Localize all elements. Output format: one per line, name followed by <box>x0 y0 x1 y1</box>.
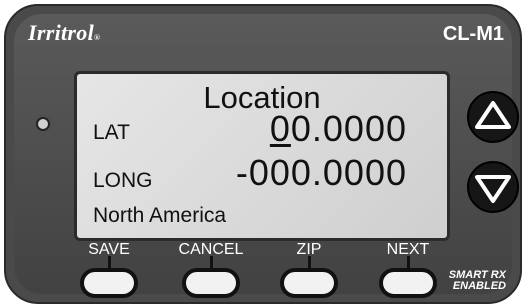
next-button[interactable] <box>379 268 437 298</box>
smart-rx-line2: ENABLED <box>452 280 506 292</box>
longitude-value: -000.0000 <box>235 152 407 193</box>
latitude-label: LAT <box>93 121 130 144</box>
region-value: North America <box>93 204 227 227</box>
zip-button[interactable] <box>280 268 338 298</box>
longitude-label: LONG <box>93 169 153 192</box>
latitude-value-rest: 0.0000 <box>290 108 407 149</box>
down-arrow-icon <box>475 175 511 203</box>
up-button[interactable] <box>467 91 519 143</box>
smart-rx-badge: SMART RX ENABLED <box>449 270 506 292</box>
save-button[interactable] <box>80 268 138 298</box>
status-led <box>36 117 50 131</box>
brand-logo: Irritrol® <box>28 20 100 46</box>
brand-name: Irritrol <box>28 20 94 45</box>
latitude-cursor-digit: 0 <box>269 108 291 149</box>
lcd-display: Location LAT 00.0000 LONG -000.0000 Nort… <box>74 71 450 241</box>
brand-registered-mark: ® <box>93 33 101 42</box>
down-button[interactable] <box>467 161 519 213</box>
model-name: CL-M1 <box>442 23 504 45</box>
latitude-value: 00.0000 <box>270 108 407 150</box>
up-arrow-icon <box>475 101 511 129</box>
controller-housing: Irritrol® CL-M1 Location LAT 00.0000 LON… <box>4 4 522 304</box>
cancel-button[interactable] <box>182 268 240 298</box>
